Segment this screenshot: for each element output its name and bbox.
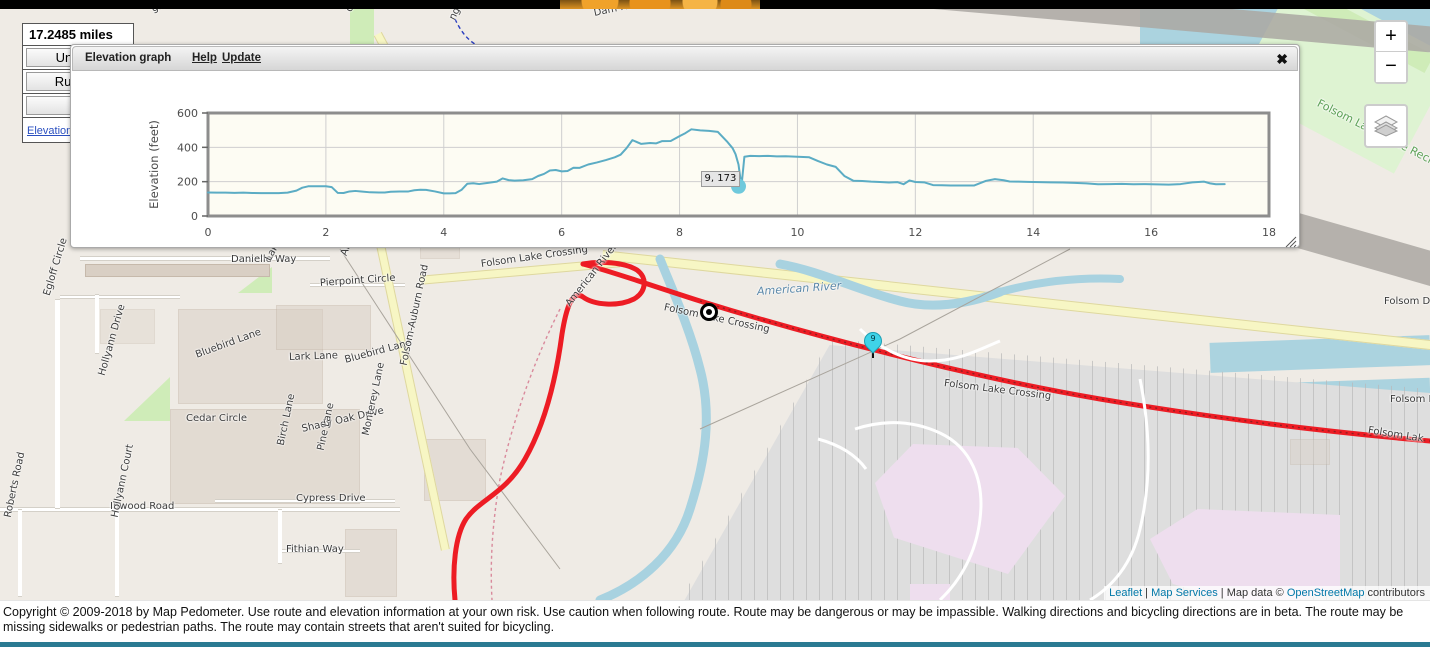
- chart-xtick-label: 16: [1144, 226, 1158, 239]
- chart-xtick-label: 0: [205, 226, 212, 239]
- close-icon[interactable]: ✖: [1276, 50, 1288, 68]
- chart-xtick-label: 2: [322, 226, 329, 239]
- chart-ytick-label: 0: [191, 210, 198, 223]
- elevation-dialog-titlebar[interactable]: Elevation graph Help Update ✖: [72, 46, 1298, 71]
- elevation-graph-link[interactable]: Elevation: [27, 125, 72, 137]
- zoom-in-button[interactable]: +: [1376, 22, 1406, 52]
- elevation-chart-body: 0 200 400 600 0 2 4 6 8 10 12 14 16 18 Elevation (feet…: [71, 72, 1299, 250]
- chart-ytick-label: 200: [177, 176, 198, 189]
- chart-xtick-label: 6: [558, 226, 565, 239]
- route-midpoint-marker[interactable]: [700, 303, 718, 321]
- leaflet-link[interactable]: Leaflet: [1109, 587, 1142, 599]
- disclaimer-text: Copyright © 2009-2018 by Map Pedometer. …: [3, 605, 1404, 634]
- elevation-help-link[interactable]: Help: [192, 52, 217, 64]
- chart-xtick-label: 8: [676, 226, 683, 239]
- resize-handle[interactable]: [1283, 234, 1297, 248]
- chart-xlabel: Distance (miles): [692, 249, 786, 250]
- chart-ylabel: Elevation (feet): [147, 120, 161, 209]
- ad-image: [560, 0, 760, 9]
- pin-number-label: 9: [870, 334, 876, 343]
- elevation-chart[interactable]: 0 200 400 600 0 2 4 6 8 10 12 14 16 18 Elevation (feet…: [71, 72, 1299, 250]
- total-distance-label: 17.2485 miles: [23, 24, 133, 46]
- map-pedometer-app: Danielle WayLakeside WayPierpoint Circle…: [0, 0, 1430, 647]
- elevation-dialog-title: Elevation graph: [85, 52, 172, 64]
- elevation-graph-dialog[interactable]: Elevation graph Help Update ✖ 0 200 400 600…: [70, 44, 1300, 250]
- layers-control-button[interactable]: [1364, 104, 1408, 148]
- footer: Copyright © 2009-2018 by Map Pedometer. …: [0, 600, 1430, 647]
- zoom-out-button[interactable]: −: [1376, 52, 1406, 82]
- attr-sep-2: | Map data ©: [1217, 587, 1287, 599]
- elevation-update-link[interactable]: Update: [222, 52, 261, 64]
- attr-suffix: contributors: [1364, 587, 1425, 599]
- chart-xtick-label: 18: [1262, 226, 1276, 239]
- waypoint-marker-9[interactable]: 9: [860, 328, 886, 358]
- layers-icon: [1374, 115, 1398, 137]
- chart-point-tooltip: 9, 173: [700, 171, 741, 188]
- chart-ytick-label: 600: [177, 107, 198, 120]
- zoom-control[interactable]: + −: [1374, 20, 1408, 84]
- chart-xtick-label: 10: [790, 226, 804, 239]
- map-attribution: Leaflet | Map Services | Map data © Open…: [1104, 586, 1430, 600]
- chart-xtick-label: 4: [440, 226, 447, 239]
- ad-banner[interactable]: [0, 0, 1430, 9]
- chart-xtick-label: 12: [908, 226, 922, 239]
- map-services-link[interactable]: Map Services: [1151, 587, 1218, 599]
- openstreetmap-link[interactable]: OpenStreetMap: [1287, 587, 1365, 599]
- chart-xtick-label: 14: [1026, 226, 1040, 239]
- attr-sep-1: |: [1142, 587, 1152, 599]
- chart-ytick-label: 400: [177, 141, 198, 154]
- footer-accent-bar: [0, 642, 1430, 647]
